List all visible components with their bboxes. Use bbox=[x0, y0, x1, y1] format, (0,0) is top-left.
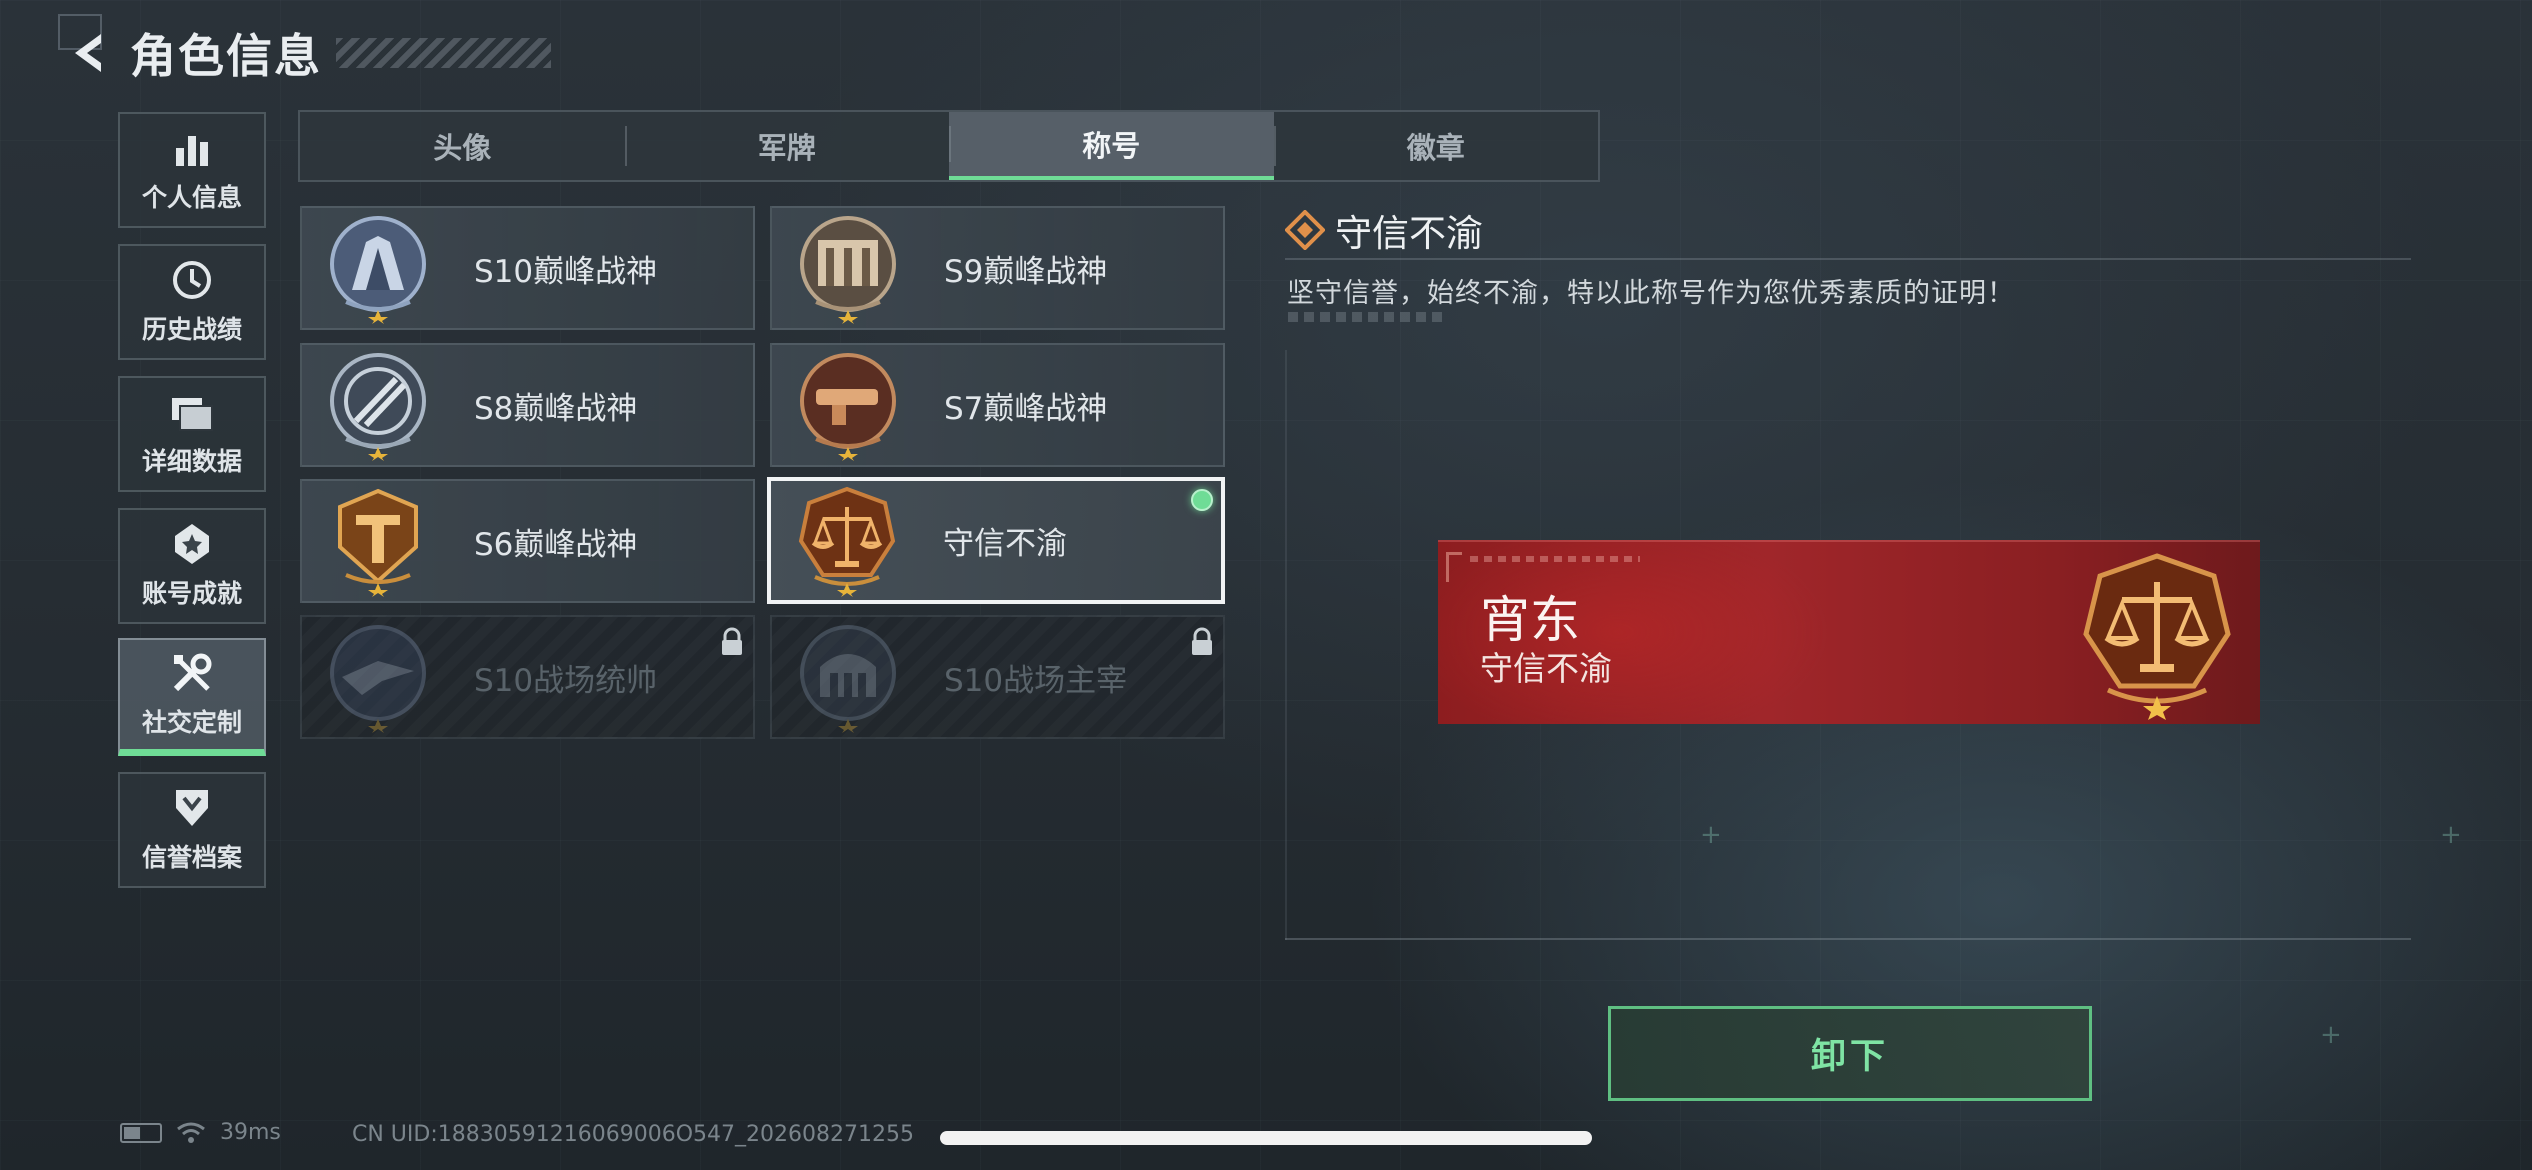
sidebar-item-match-history[interactable]: 历史战绩 bbox=[118, 244, 266, 360]
sidebar-item-label: 账号成就 bbox=[141, 579, 242, 608]
page-title: 角色信息 bbox=[130, 29, 322, 83]
tools-icon bbox=[170, 651, 214, 695]
achievement-icon bbox=[171, 522, 213, 566]
sparkle-decoration: + bbox=[2440, 820, 2462, 850]
lock-icon bbox=[1192, 627, 1212, 655]
divider bbox=[1285, 258, 2411, 260]
s6-peak-emblem bbox=[322, 485, 434, 597]
title-preview-banner: 宵东 守信不渝 bbox=[1438, 540, 2260, 724]
home-indicator[interactable] bbox=[940, 1131, 1592, 1145]
tab-avatar[interactable]: 头像 bbox=[300, 112, 625, 180]
title-name: S10战场主宰 bbox=[944, 662, 1128, 699]
title-stripe-decoration bbox=[336, 38, 551, 68]
scales-emblem bbox=[791, 485, 903, 597]
detail-header: 守信不渝 bbox=[1285, 203, 1483, 257]
bar-chart-icon bbox=[172, 126, 212, 170]
uid-text: CN UID:18830591216069006O547_20260827125… bbox=[352, 1122, 914, 1147]
sidebar-item-achievements[interactable]: 账号成就 bbox=[118, 508, 266, 624]
title-name: S10战场统帅 bbox=[474, 662, 658, 699]
title-name: S7巅峰战神 bbox=[944, 390, 1108, 427]
s7-peak-emblem bbox=[792, 349, 904, 461]
tab-dog-tag[interactable]: 军牌 bbox=[624, 112, 950, 180]
category-tabs: 头像 军牌 称号 徽章 bbox=[298, 110, 1600, 182]
title-name: S10巅峰战神 bbox=[474, 253, 658, 290]
tab-badge[interactable]: 徽章 bbox=[1273, 112, 1599, 180]
title-card-locked[interactable]: S10战场主宰 bbox=[770, 615, 1225, 739]
status-bar: 39ms bbox=[120, 1120, 281, 1145]
wifi-icon bbox=[177, 1122, 205, 1143]
title-card[interactable]: S9巅峰战神 bbox=[770, 206, 1225, 330]
battery-icon bbox=[120, 1122, 162, 1143]
scales-emblem bbox=[2083, 553, 2231, 720]
unequip-button[interactable]: 卸下 bbox=[1608, 1006, 2092, 1101]
s8-peak-emblem bbox=[322, 349, 434, 461]
title-card-selected[interactable]: 守信不渝 bbox=[767, 477, 1225, 604]
s10-commander-emblem bbox=[322, 621, 434, 733]
ping-value: 39ms bbox=[220, 1120, 281, 1145]
sidebar-item-label: 详细数据 bbox=[141, 447, 242, 476]
title-name: S9巅峰战神 bbox=[944, 253, 1108, 290]
sidebar-item-personal-info[interactable]: 个人信息 bbox=[118, 112, 266, 228]
diamond-icon bbox=[1285, 210, 1325, 250]
back-arrow-icon bbox=[75, 34, 101, 72]
sidebar-item-detailed-data[interactable]: 详细数据 bbox=[118, 376, 266, 492]
title-card[interactable]: S10巅峰战神 bbox=[300, 206, 755, 330]
title-name: 守信不渝 bbox=[943, 526, 1067, 562]
detail-description: 坚守信誉，始终不渝，特以此称号作为您优秀素质的证明！ bbox=[1287, 278, 2015, 309]
detail-title: 守信不渝 bbox=[1335, 212, 1483, 255]
lock-icon bbox=[722, 627, 742, 655]
title-card[interactable]: S6巅峰战神 bbox=[300, 479, 755, 603]
sidebar-item-credit-record[interactable]: 信誉档案 bbox=[118, 772, 266, 888]
s9-peak-emblem bbox=[792, 212, 904, 324]
title-card[interactable]: S8巅峰战神 bbox=[300, 343, 755, 467]
banner-decoration bbox=[1470, 556, 1640, 562]
detail-decoration bbox=[1288, 312, 1448, 322]
sparkle-decoration: + bbox=[2320, 1020, 2342, 1050]
s10-peak-emblem bbox=[322, 212, 434, 324]
preview-title: 守信不渝 bbox=[1480, 649, 1612, 688]
equipped-indicator bbox=[1191, 489, 1213, 511]
clock-icon bbox=[171, 258, 213, 302]
sidebar-item-label: 个人信息 bbox=[141, 183, 242, 212]
folder-icon bbox=[170, 390, 214, 434]
sidebar-item-label: 历史战绩 bbox=[141, 315, 242, 344]
title-card-locked[interactable]: S10战场统帅 bbox=[300, 615, 755, 739]
divider bbox=[1285, 938, 2411, 940]
header: 角色信息 bbox=[60, 18, 551, 88]
sidebar-item-label: 信誉档案 bbox=[141, 843, 242, 872]
back-button[interactable] bbox=[60, 18, 120, 88]
title-name: S8巅峰战神 bbox=[474, 390, 638, 427]
s10-dominator-emblem bbox=[792, 621, 904, 733]
title-name: S6巅峰战神 bbox=[474, 526, 638, 563]
sidebar-item-label: 社交定制 bbox=[141, 707, 242, 737]
credit-shield-icon bbox=[172, 786, 212, 830]
sidebar-item-social-customization[interactable]: 社交定制 bbox=[118, 638, 266, 756]
tab-title[interactable]: 称号 bbox=[949, 112, 1274, 180]
banner-corner-decoration bbox=[1446, 552, 1462, 582]
title-card[interactable]: S7巅峰战神 bbox=[770, 343, 1225, 467]
